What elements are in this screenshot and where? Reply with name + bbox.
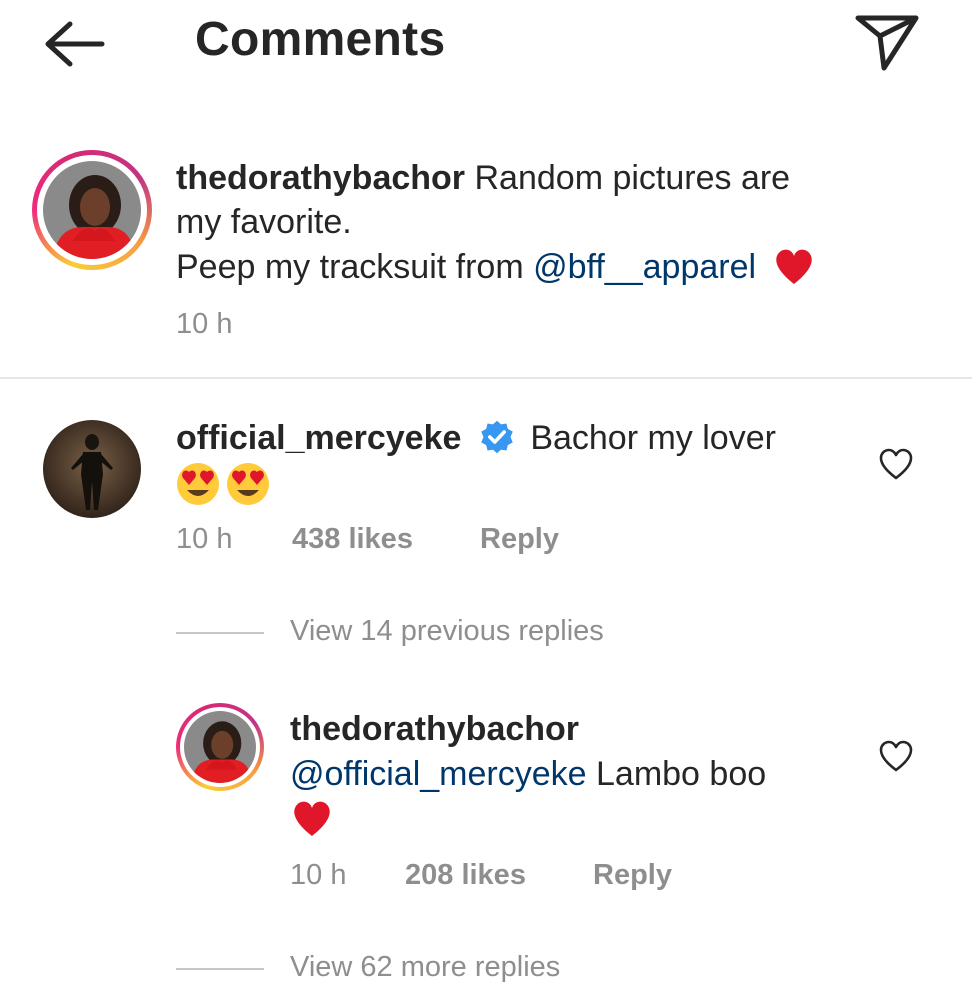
reply-likes[interactable]: 208 likes [405,859,526,892]
comment-likes[interactable]: 438 likes [292,523,413,556]
caption-line2: my favorite. [176,203,352,241]
caption-line1: Random pictures are [474,159,791,197]
divider [0,377,972,379]
caption-line3-text: Peep my tracksuit from [176,248,534,286]
replies-divider-line [176,632,264,634]
reply-mention-link[interactable]: @official_mercyeke [290,755,587,793]
comment-timestamp: 10 h [176,523,233,555]
top-bar: Comments [0,0,972,90]
reply-avatar[interactable] [176,703,264,791]
caption-text: thedorathybachor Random pictures are [176,156,916,200]
back-arrow-icon[interactable] [40,18,110,70]
like-heart-icon[interactable] [878,739,914,773]
comment-reply-button[interactable]: Reply [480,523,559,556]
comment-emojis [176,462,270,506]
heart-eyes-emoji-icon [177,463,219,505]
caption-avatar[interactable] [32,150,152,270]
view-previous-replies-link[interactable]: View 14 previous replies [290,615,604,648]
profile-photo [184,711,256,783]
reply-timestamp: 10 h [290,859,347,891]
commenter-avatar[interactable] [43,420,141,518]
reply-username[interactable]: thedorathybachor [290,707,579,751]
direct-message-icon[interactable] [852,10,922,72]
like-heart-icon[interactable] [878,447,914,481]
caption-line3: Peep my tracksuit from @bff__apparel [176,245,816,289]
reply-body: Lambo boo [586,755,767,793]
replies-divider-line [176,968,264,970]
heart-eyes-emoji-icon [227,463,270,505]
red-heart-emoji-icon [294,801,330,836]
verified-badge-icon [481,420,513,454]
profile-photo [43,161,141,259]
caption-mention-link[interactable]: @bff__apparel [533,248,756,286]
view-more-replies-link[interactable]: View 62 more replies [290,951,560,984]
comment-text: official_mercyeke Bachor my lover [176,416,866,460]
page-title: Comments [195,13,446,66]
reply-text: @official_mercyeke Lambo boo [290,752,766,796]
comment-username[interactable]: official_mercyeke [176,419,461,457]
reply-reply-button[interactable]: Reply [593,859,672,892]
comment-body: Bachor my lover [530,419,776,457]
red-heart-emoji-icon [775,249,812,285]
caption-timestamp: 10 h [176,308,233,340]
caption-username[interactable]: thedorathybachor [176,159,465,197]
